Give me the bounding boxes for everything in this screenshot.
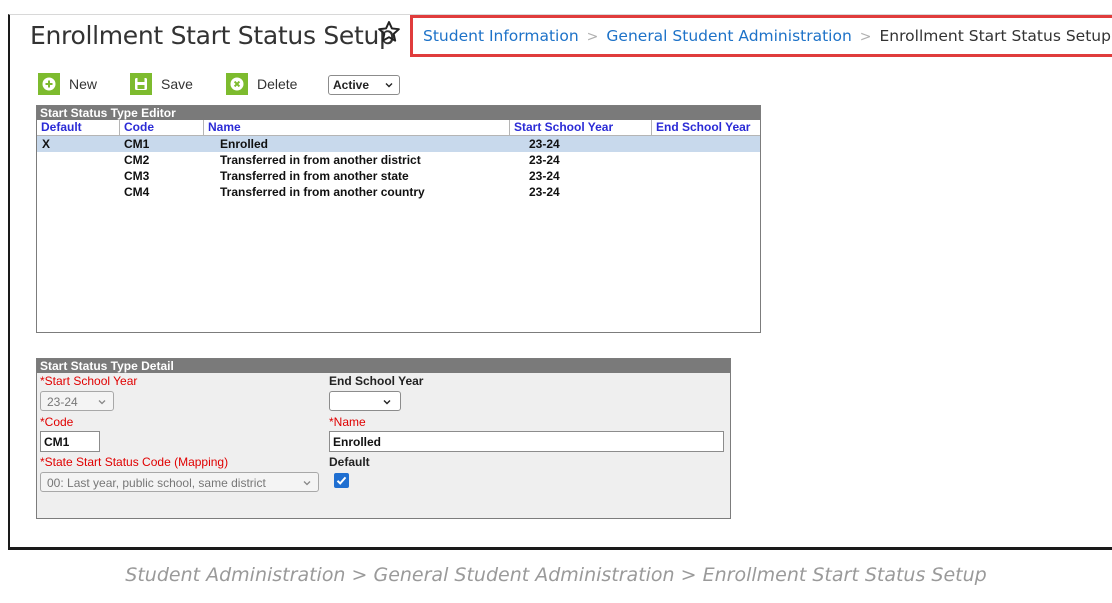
- chevron-down-icon: [385, 83, 393, 88]
- table-row[interactable]: CM4 Transferred in from another country …: [37, 184, 760, 200]
- breadcrumb-link-student-information[interactable]: Student Information: [423, 27, 579, 45]
- column-header-default[interactable]: Default: [37, 120, 119, 135]
- cell-name: Transferred in from another district: [220, 153, 421, 167]
- name-input[interactable]: Enrolled: [329, 431, 724, 452]
- editor-column-headers: Default Code Name Start School Year End …: [37, 120, 760, 136]
- cell-start-school-year: 23-24: [529, 185, 560, 199]
- column-header-end-school-year[interactable]: End School Year: [651, 120, 760, 135]
- editor-panel-header: Start Status Type Editor: [37, 106, 760, 120]
- delete-button-label: Delete: [257, 76, 298, 92]
- default-label: Default: [329, 455, 370, 469]
- end-school-year-label: End School Year: [329, 374, 424, 388]
- save-button-label: Save: [161, 76, 193, 92]
- name-label: *Name: [329, 415, 366, 429]
- start-school-year-value: 23-24: [47, 395, 78, 409]
- code-label: *Code: [40, 415, 74, 429]
- end-school-year-select[interactable]: [329, 391, 401, 411]
- breadcrumb-link-general-student-administration[interactable]: General Student Administration: [606, 27, 851, 45]
- start-school-year-select: 23-24: [40, 391, 114, 411]
- star-icon[interactable]: [376, 19, 402, 45]
- table-row[interactable]: X CM1 Enrolled 23-24: [37, 136, 760, 152]
- chevron-right-icon: >: [586, 29, 599, 45]
- delete-button[interactable]: Delete: [226, 71, 297, 97]
- table-row[interactable]: CM3 Transferred in from another state 23…: [37, 168, 760, 184]
- cell-name: Transferred in from another state: [220, 169, 409, 183]
- close-circle-icon: [226, 73, 248, 95]
- cell-name: Enrolled: [220, 137, 269, 151]
- status-filter-value: Active: [333, 78, 370, 92]
- breadcrumb-current: Enrollment Start Status Setup: [879, 27, 1111, 45]
- start-status-type-detail: Start Status Type Detail *Start School Y…: [36, 358, 731, 519]
- cell-code: CM3: [124, 169, 150, 183]
- code-input[interactable]: CM1: [40, 431, 100, 452]
- chevron-down-icon: [98, 400, 106, 405]
- save-button[interactable]: Save: [130, 71, 193, 97]
- state-start-status-code-value: 00: Last year, public school, same distr…: [47, 476, 266, 490]
- page-title: Enrollment Start Status Setup: [30, 21, 395, 50]
- cell-code: CM2: [124, 153, 150, 167]
- new-button-label: New: [69, 76, 98, 92]
- plus-icon: [38, 73, 60, 95]
- cell-code: CM1: [124, 137, 150, 151]
- cell-start-school-year: 23-24: [529, 153, 560, 167]
- column-header-code[interactable]: Code: [119, 120, 203, 135]
- chevron-right-icon: >: [859, 29, 872, 45]
- cell-code: CM4: [124, 185, 150, 199]
- column-header-start-school-year[interactable]: Start School Year: [509, 120, 651, 135]
- table-row[interactable]: CM2 Transferred in from another district…: [37, 152, 760, 168]
- floppy-disk-icon: [130, 73, 152, 95]
- title-bar: Enrollment Start Status Setup Student In…: [10, 15, 1112, 59]
- cell-name: Transferred in from another country: [220, 185, 425, 199]
- default-checkbox[interactable]: [334, 473, 349, 488]
- cell-start-school-year: 23-24: [529, 137, 560, 151]
- cell-start-school-year: 23-24: [529, 169, 560, 183]
- app-window: Enrollment Start Status Setup Student In…: [8, 14, 1112, 550]
- breadcrumb: Student Information > General Student Admi…: [410, 15, 1112, 57]
- chevron-down-icon: [303, 481, 311, 486]
- figure-caption: Student Administration > General Student…: [125, 564, 987, 586]
- detail-panel-header: Start Status Type Detail: [37, 359, 730, 373]
- status-filter-select[interactable]: Active: [328, 75, 400, 95]
- cell-default: X: [42, 137, 51, 151]
- state-start-status-code-select: 00: Last year, public school, same distr…: [40, 472, 319, 492]
- checkmark-icon: [336, 476, 347, 485]
- state-start-status-code-label: *State Start Status Code (Mapping): [40, 455, 229, 469]
- start-school-year-label: *Start School Year: [40, 374, 138, 388]
- new-button[interactable]: New: [38, 71, 97, 97]
- column-header-name[interactable]: Name: [203, 120, 509, 135]
- chevron-down-icon: [383, 400, 391, 405]
- start-status-type-editor: Start Status Type Editor Default Code Na…: [36, 105, 761, 333]
